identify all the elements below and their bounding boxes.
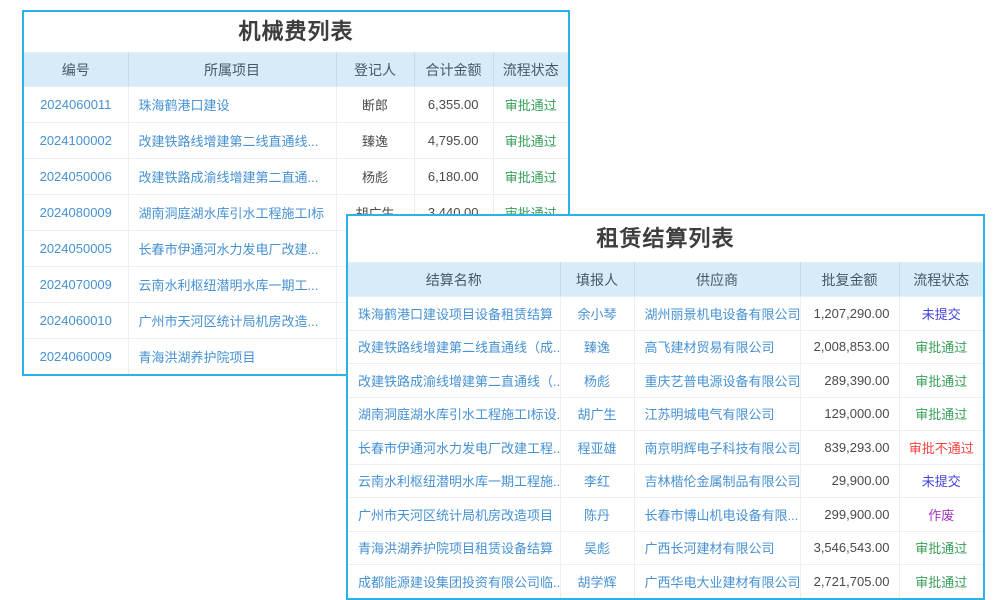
cell-project-name[interactable]: 广州市天河区统计局机房改造... bbox=[128, 303, 336, 339]
table-row[interactable]: 2024050006 改建铁路成渝线增建第二直通... 杨彪 6,180.00 … bbox=[24, 159, 568, 195]
cell-approved-amount: 839,293.00 bbox=[800, 431, 899, 465]
cell-settlement-name[interactable]: 改建铁路线增建第二线直通线（成... bbox=[348, 330, 560, 364]
cell-registrant: 杨彪 bbox=[336, 159, 414, 195]
cell-filler[interactable]: 程亚雄 bbox=[560, 431, 634, 465]
table-row[interactable]: 珠海鹤港口建设项目设备租赁结算 余小琴 湖州丽景机电设备有限公司 1,207,2… bbox=[348, 297, 983, 331]
status-badge: 审批通过 bbox=[899, 397, 983, 431]
table-row[interactable]: 2024060011 珠海鹤港口建设 断郎 6,355.00 审批通过 bbox=[24, 87, 568, 123]
table-row[interactable]: 2024100002 改建铁路线增建第二线直通线... 臻逸 4,795.00 … bbox=[24, 123, 568, 159]
cell-project-name[interactable]: 珠海鹤港口建设 bbox=[128, 87, 336, 123]
cell-supplier[interactable]: 江苏明城电气有限公司 bbox=[634, 397, 800, 431]
lease-header-row: 结算名称 填报人 供应商 批复金额 流程状态 bbox=[348, 263, 983, 297]
status-badge: 作废 bbox=[899, 498, 983, 532]
lease-panel-title: 租赁结算列表 bbox=[348, 216, 983, 262]
column-header-supplier: 供应商 bbox=[634, 263, 800, 297]
cell-filler[interactable]: 吴彪 bbox=[560, 531, 634, 565]
cell-filler[interactable]: 胡学辉 bbox=[560, 565, 634, 598]
cell-settlement-name[interactable]: 湖南洞庭湖水库引水工程施工I标设... bbox=[348, 397, 560, 431]
cell-record-id[interactable]: 2024080009 bbox=[24, 195, 128, 231]
cell-settlement-name[interactable]: 长春市伊通河水力发电厂改建工程... bbox=[348, 431, 560, 465]
status-badge: 审批通过 bbox=[493, 87, 568, 123]
cell-record-id[interactable]: 2024060011 bbox=[24, 87, 128, 123]
status-badge: 审批通过 bbox=[493, 123, 568, 159]
cell-total-amount: 6,180.00 bbox=[414, 159, 493, 195]
cell-filler[interactable]: 杨彪 bbox=[560, 364, 634, 398]
column-header-approved-amount: 批复金额 bbox=[800, 263, 899, 297]
cell-approved-amount: 2,721,705.00 bbox=[800, 565, 899, 598]
status-badge: 审批通过 bbox=[899, 364, 983, 398]
column-header-project: 所属项目 bbox=[128, 53, 336, 87]
cell-record-id[interactable]: 2024060010 bbox=[24, 303, 128, 339]
cell-supplier[interactable]: 湖州丽景机电设备有限公司 bbox=[634, 297, 800, 331]
status-badge: 审批通过 bbox=[493, 159, 568, 195]
column-header-settlement-name: 结算名称 bbox=[348, 263, 560, 297]
cell-supplier[interactable]: 吉林楷伦金属制品有限公司 bbox=[634, 464, 800, 498]
table-row[interactable]: 成都能源建设集团投资有限公司临... 胡学辉 广西华电大业建材有限公司 2,72… bbox=[348, 565, 983, 598]
cell-total-amount: 6,355.00 bbox=[414, 87, 493, 123]
cell-project-name[interactable]: 改建铁路成渝线增建第二直通... bbox=[128, 159, 336, 195]
status-badge: 未提交 bbox=[899, 297, 983, 331]
column-header-id: 编号 bbox=[24, 53, 128, 87]
table-row[interactable]: 改建铁路线增建第二线直通线（成... 臻逸 高飞建材贸易有限公司 2,008,8… bbox=[348, 330, 983, 364]
cell-approved-amount: 1,207,290.00 bbox=[800, 297, 899, 331]
cell-supplier[interactable]: 广西长河建材有限公司 bbox=[634, 531, 800, 565]
table-row[interactable]: 改建铁路成渝线增建第二直通线（... 杨彪 重庆艺普电源设备有限公司 289,3… bbox=[348, 364, 983, 398]
table-row[interactable]: 青海洪湖养护院项目租赁设备结算 吴彪 广西长河建材有限公司 3,546,543.… bbox=[348, 531, 983, 565]
cell-project-name[interactable]: 改建铁路线增建第二线直通线... bbox=[128, 123, 336, 159]
cell-approved-amount: 299,900.00 bbox=[800, 498, 899, 532]
cell-settlement-name[interactable]: 云南水利枢纽潜明水库一期工程施... bbox=[348, 464, 560, 498]
cell-settlement-name[interactable]: 成都能源建设集团投资有限公司临... bbox=[348, 565, 560, 598]
machinery-header-row: 编号 所属项目 登记人 合计金额 流程状态 bbox=[24, 53, 568, 87]
cell-record-id[interactable]: 2024060009 bbox=[24, 339, 128, 375]
cell-settlement-name[interactable]: 珠海鹤港口建设项目设备租赁结算 bbox=[348, 297, 560, 331]
cell-project-name[interactable]: 青海洪湖养护院项目 bbox=[128, 339, 336, 375]
column-header-status: 流程状态 bbox=[493, 53, 568, 87]
column-header-status: 流程状态 bbox=[899, 263, 983, 297]
cell-approved-amount: 29,900.00 bbox=[800, 464, 899, 498]
cell-filler[interactable]: 余小琴 bbox=[560, 297, 634, 331]
cell-filler[interactable]: 胡广生 bbox=[560, 397, 634, 431]
cell-record-id[interactable]: 2024050005 bbox=[24, 231, 128, 267]
cell-record-id[interactable]: 2024050006 bbox=[24, 159, 128, 195]
lease-settlement-table: 结算名称 填报人 供应商 批复金额 流程状态 珠海鹤港口建设项目设备租赁结算 余… bbox=[348, 262, 983, 598]
cell-supplier[interactable]: 重庆艺普电源设备有限公司 bbox=[634, 364, 800, 398]
column-header-total-amount: 合计金额 bbox=[414, 53, 493, 87]
column-header-registrant: 登记人 bbox=[336, 53, 414, 87]
status-badge: 审批通过 bbox=[899, 330, 983, 364]
cell-registrant: 臻逸 bbox=[336, 123, 414, 159]
table-row[interactable]: 广州市天河区统计局机房改造项目 陈丹 长春市博山机电设备有限... 299,90… bbox=[348, 498, 983, 532]
table-row[interactable]: 云南水利枢纽潜明水库一期工程施... 李红 吉林楷伦金属制品有限公司 29,90… bbox=[348, 464, 983, 498]
status-badge: 未提交 bbox=[899, 464, 983, 498]
machinery-panel-title: 机械费列表 bbox=[24, 12, 568, 52]
cell-filler[interactable]: 李红 bbox=[560, 464, 634, 498]
cell-filler[interactable]: 陈丹 bbox=[560, 498, 634, 532]
cell-record-id[interactable]: 2024100002 bbox=[24, 123, 128, 159]
lease-settlement-panel: 租赁结算列表 结算名称 填报人 供应商 批复金额 流程状态 珠海鹤港口建设项目设… bbox=[346, 214, 985, 600]
cell-settlement-name[interactable]: 改建铁路成渝线增建第二直通线（... bbox=[348, 364, 560, 398]
cell-supplier[interactable]: 广西华电大业建材有限公司 bbox=[634, 565, 800, 598]
cell-settlement-name[interactable]: 广州市天河区统计局机房改造项目 bbox=[348, 498, 560, 532]
cell-record-id[interactable]: 2024070009 bbox=[24, 267, 128, 303]
cell-approved-amount: 129,000.00 bbox=[800, 397, 899, 431]
column-header-filler: 填报人 bbox=[560, 263, 634, 297]
status-badge: 审批通过 bbox=[899, 565, 983, 598]
cell-approved-amount: 3,546,543.00 bbox=[800, 531, 899, 565]
cell-supplier[interactable]: 长春市博山机电设备有限... bbox=[634, 498, 800, 532]
cell-project-name[interactable]: 长春市伊通河水力发电厂改建... bbox=[128, 231, 336, 267]
cell-supplier[interactable]: 高飞建材贸易有限公司 bbox=[634, 330, 800, 364]
cell-filler[interactable]: 臻逸 bbox=[560, 330, 634, 364]
status-badge: 审批不通过 bbox=[899, 431, 983, 465]
cell-registrant: 断郎 bbox=[336, 87, 414, 123]
cell-total-amount: 4,795.00 bbox=[414, 123, 493, 159]
cell-settlement-name[interactable]: 青海洪湖养护院项目租赁设备结算 bbox=[348, 531, 560, 565]
cell-supplier[interactable]: 南京明辉电子科技有限公司 bbox=[634, 431, 800, 465]
table-row[interactable]: 湖南洞庭湖水库引水工程施工I标设... 胡广生 江苏明城电气有限公司 129,0… bbox=[348, 397, 983, 431]
status-badge: 审批通过 bbox=[899, 531, 983, 565]
cell-approved-amount: 2,008,853.00 bbox=[800, 330, 899, 364]
cell-project-name[interactable]: 云南水利枢纽潜明水库一期工... bbox=[128, 267, 336, 303]
cell-approved-amount: 289,390.00 bbox=[800, 364, 899, 398]
cell-project-name[interactable]: 湖南洞庭湖水库引水工程施工I标 bbox=[128, 195, 336, 231]
table-row[interactable]: 长春市伊通河水力发电厂改建工程... 程亚雄 南京明辉电子科技有限公司 839,… bbox=[348, 431, 983, 465]
